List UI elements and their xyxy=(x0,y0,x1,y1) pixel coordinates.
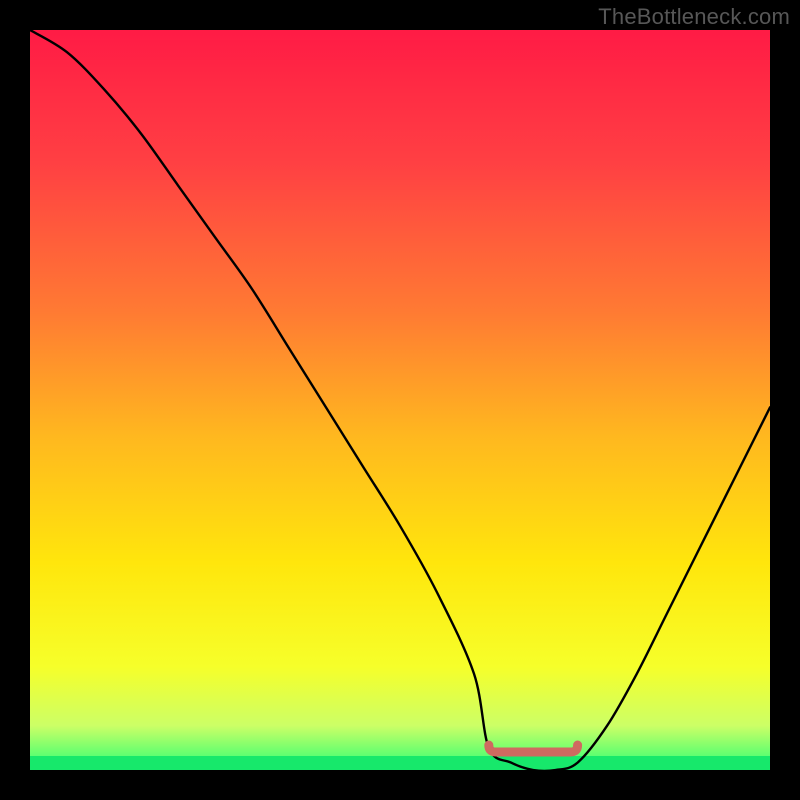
watermark-text: TheBottleneck.com xyxy=(598,4,790,30)
green-band xyxy=(30,756,770,770)
chart-frame: TheBottleneck.com xyxy=(0,0,800,800)
plot-background xyxy=(30,30,770,770)
bottleneck-chart xyxy=(0,0,800,800)
